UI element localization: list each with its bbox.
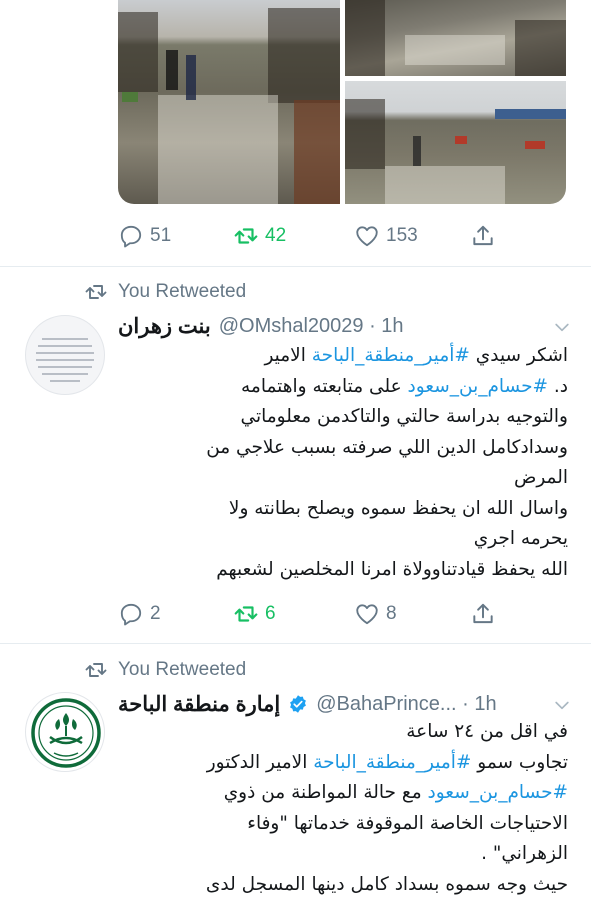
hashtag-link[interactable]: #أمير_منطقة_الباحة <box>313 752 471 773</box>
verified-badge-icon <box>290 695 307 713</box>
text-run: د. <box>548 375 568 397</box>
retweet-context-label: You Retweeted <box>118 281 247 302</box>
reply-count: 51 <box>150 225 172 246</box>
heart-icon <box>356 604 378 625</box>
tweet-media-grid[interactable] <box>118 0 566 204</box>
tweet-actions: 51 42 153 <box>118 221 538 251</box>
text-run: تجاوب سمو <box>471 751 568 773</box>
tweet-author-line: إمارة منطقة الباحة @BahaPrince... · 1h <box>118 689 572 719</box>
share-icon <box>473 603 493 624</box>
tweet-text-line: في اقل من ٢٤ ساعة <box>406 721 568 742</box>
reply-button[interactable]: 51 <box>118 221 171 251</box>
share-button[interactable] <box>470 221 496 251</box>
text-run: على متابعته واهتمامه <box>241 375 408 397</box>
retweet-icon <box>85 285 107 299</box>
tweet-text-line: الزهراني" . <box>481 843 568 864</box>
tweet-text-line: اشكر سيدي #أمير_منطقة_الباحة الامير <box>118 341 568 372</box>
reply-icon <box>120 603 142 626</box>
media-photo-market-street[interactable] <box>118 0 340 204</box>
retweet-icon <box>234 606 258 622</box>
tweet-text-line: وسدادكامل الدين اللي صرفته بسبب علاجي من <box>206 436 568 458</box>
retweet-button[interactable]: 6 <box>233 599 276 629</box>
tweet-text-line: واسال الله ان يحفظ سموه ويصلح بطانته ولا <box>228 497 568 519</box>
tweet-text-line: حيث وجه سموه بسداد كامل دينها المسجل لدى <box>205 873 568 895</box>
tweet-divider <box>0 266 591 267</box>
hashtag-link[interactable]: #حسام_بن_سعود <box>408 376 548 397</box>
retweet-icon <box>234 228 258 244</box>
retweet-button[interactable]: 42 <box>233 221 286 251</box>
tweet-text-line: يحرمه اجري <box>473 528 568 549</box>
avatar[interactable] <box>25 692 105 772</box>
retweet-count: 42 <box>265 225 287 246</box>
author-name[interactable]: بنت زهران <box>118 314 211 339</box>
chevron-down-icon[interactable] <box>552 317 572 337</box>
saudi-emblem-icon <box>31 698 101 768</box>
text-run: اشكر سيدي <box>469 345 568 366</box>
tweet-author-line: بنت زهران @OMshal20029 · 1h <box>118 311 572 341</box>
tweet-text-line: د. #حسام_بن_سعود على متابعته واهتمامه <box>118 372 568 403</box>
tweet-text-line: الله يحفظ قيادتناوولاة امرنا المخلصين لش… <box>216 558 568 580</box>
text-run: الامير <box>264 345 312 366</box>
chevron-down-icon[interactable] <box>552 695 572 715</box>
avatar[interactable] <box>25 315 105 395</box>
tweet-text-line: تجاوب سمو #أمير_منطقة_الباحة الامير الدك… <box>118 748 568 779</box>
hashtag-link[interactable]: #حسام_بن_سعود <box>428 782 568 803</box>
retweet-count: 6 <box>265 603 276 624</box>
reply-button[interactable]: 2 <box>118 599 161 629</box>
like-button[interactable]: 153 <box>354 221 418 251</box>
author-handle-time[interactable]: @BahaPrince... · 1h <box>316 693 496 716</box>
like-count: 153 <box>386 225 418 246</box>
like-button[interactable]: 8 <box>354 599 397 629</box>
text-run: مع حالة المواطنة من ذوي <box>223 782 428 803</box>
tweet-text-line: والتوجيه بدراسة حالتي والتاكدمن معلوماتي <box>240 406 568 427</box>
tweet-text: اشكر سيدي #أمير_منطقة_الباحة الامير د. #… <box>118 341 568 585</box>
media-photo-flooded-alley[interactable] <box>345 0 566 76</box>
tweet-divider <box>0 643 591 644</box>
retweet-icon <box>85 663 107 677</box>
reply-icon <box>120 225 142 248</box>
media-photo-market-stalls[interactable] <box>345 81 566 204</box>
retweet-context: You Retweeted <box>84 657 246 683</box>
hashtag-link[interactable]: #أمير_منطقة_الباحة <box>312 345 470 366</box>
share-button[interactable] <box>470 599 496 629</box>
tweet-actions: 2 6 8 <box>118 599 538 629</box>
tweet-text: في اقل من ٢٤ ساعة تجاوب سمو #أمير_منطقة_… <box>118 717 568 900</box>
text-run: الامير الدكتور <box>206 751 314 773</box>
like-count: 8 <box>386 603 397 624</box>
retweet-context: You Retweeted <box>84 279 246 305</box>
author-handle-time[interactable]: @OMshal20029 · 1h <box>219 315 404 338</box>
tweet-text-line: الاحتياجات الخاصة الموقوفة خدماتها "وفاء <box>247 812 568 834</box>
tweet-text-line: #حسام_بن_سعود مع حالة المواطنة من ذوي <box>118 778 568 809</box>
share-icon <box>473 225 493 246</box>
tweet-text-line: المرض <box>513 467 568 488</box>
author-name[interactable]: إمارة منطقة الباحة <box>118 692 280 717</box>
retweet-context-label: You Retweeted <box>118 659 247 680</box>
heart-icon <box>356 226 378 247</box>
reply-count: 2 <box>150 603 161 624</box>
